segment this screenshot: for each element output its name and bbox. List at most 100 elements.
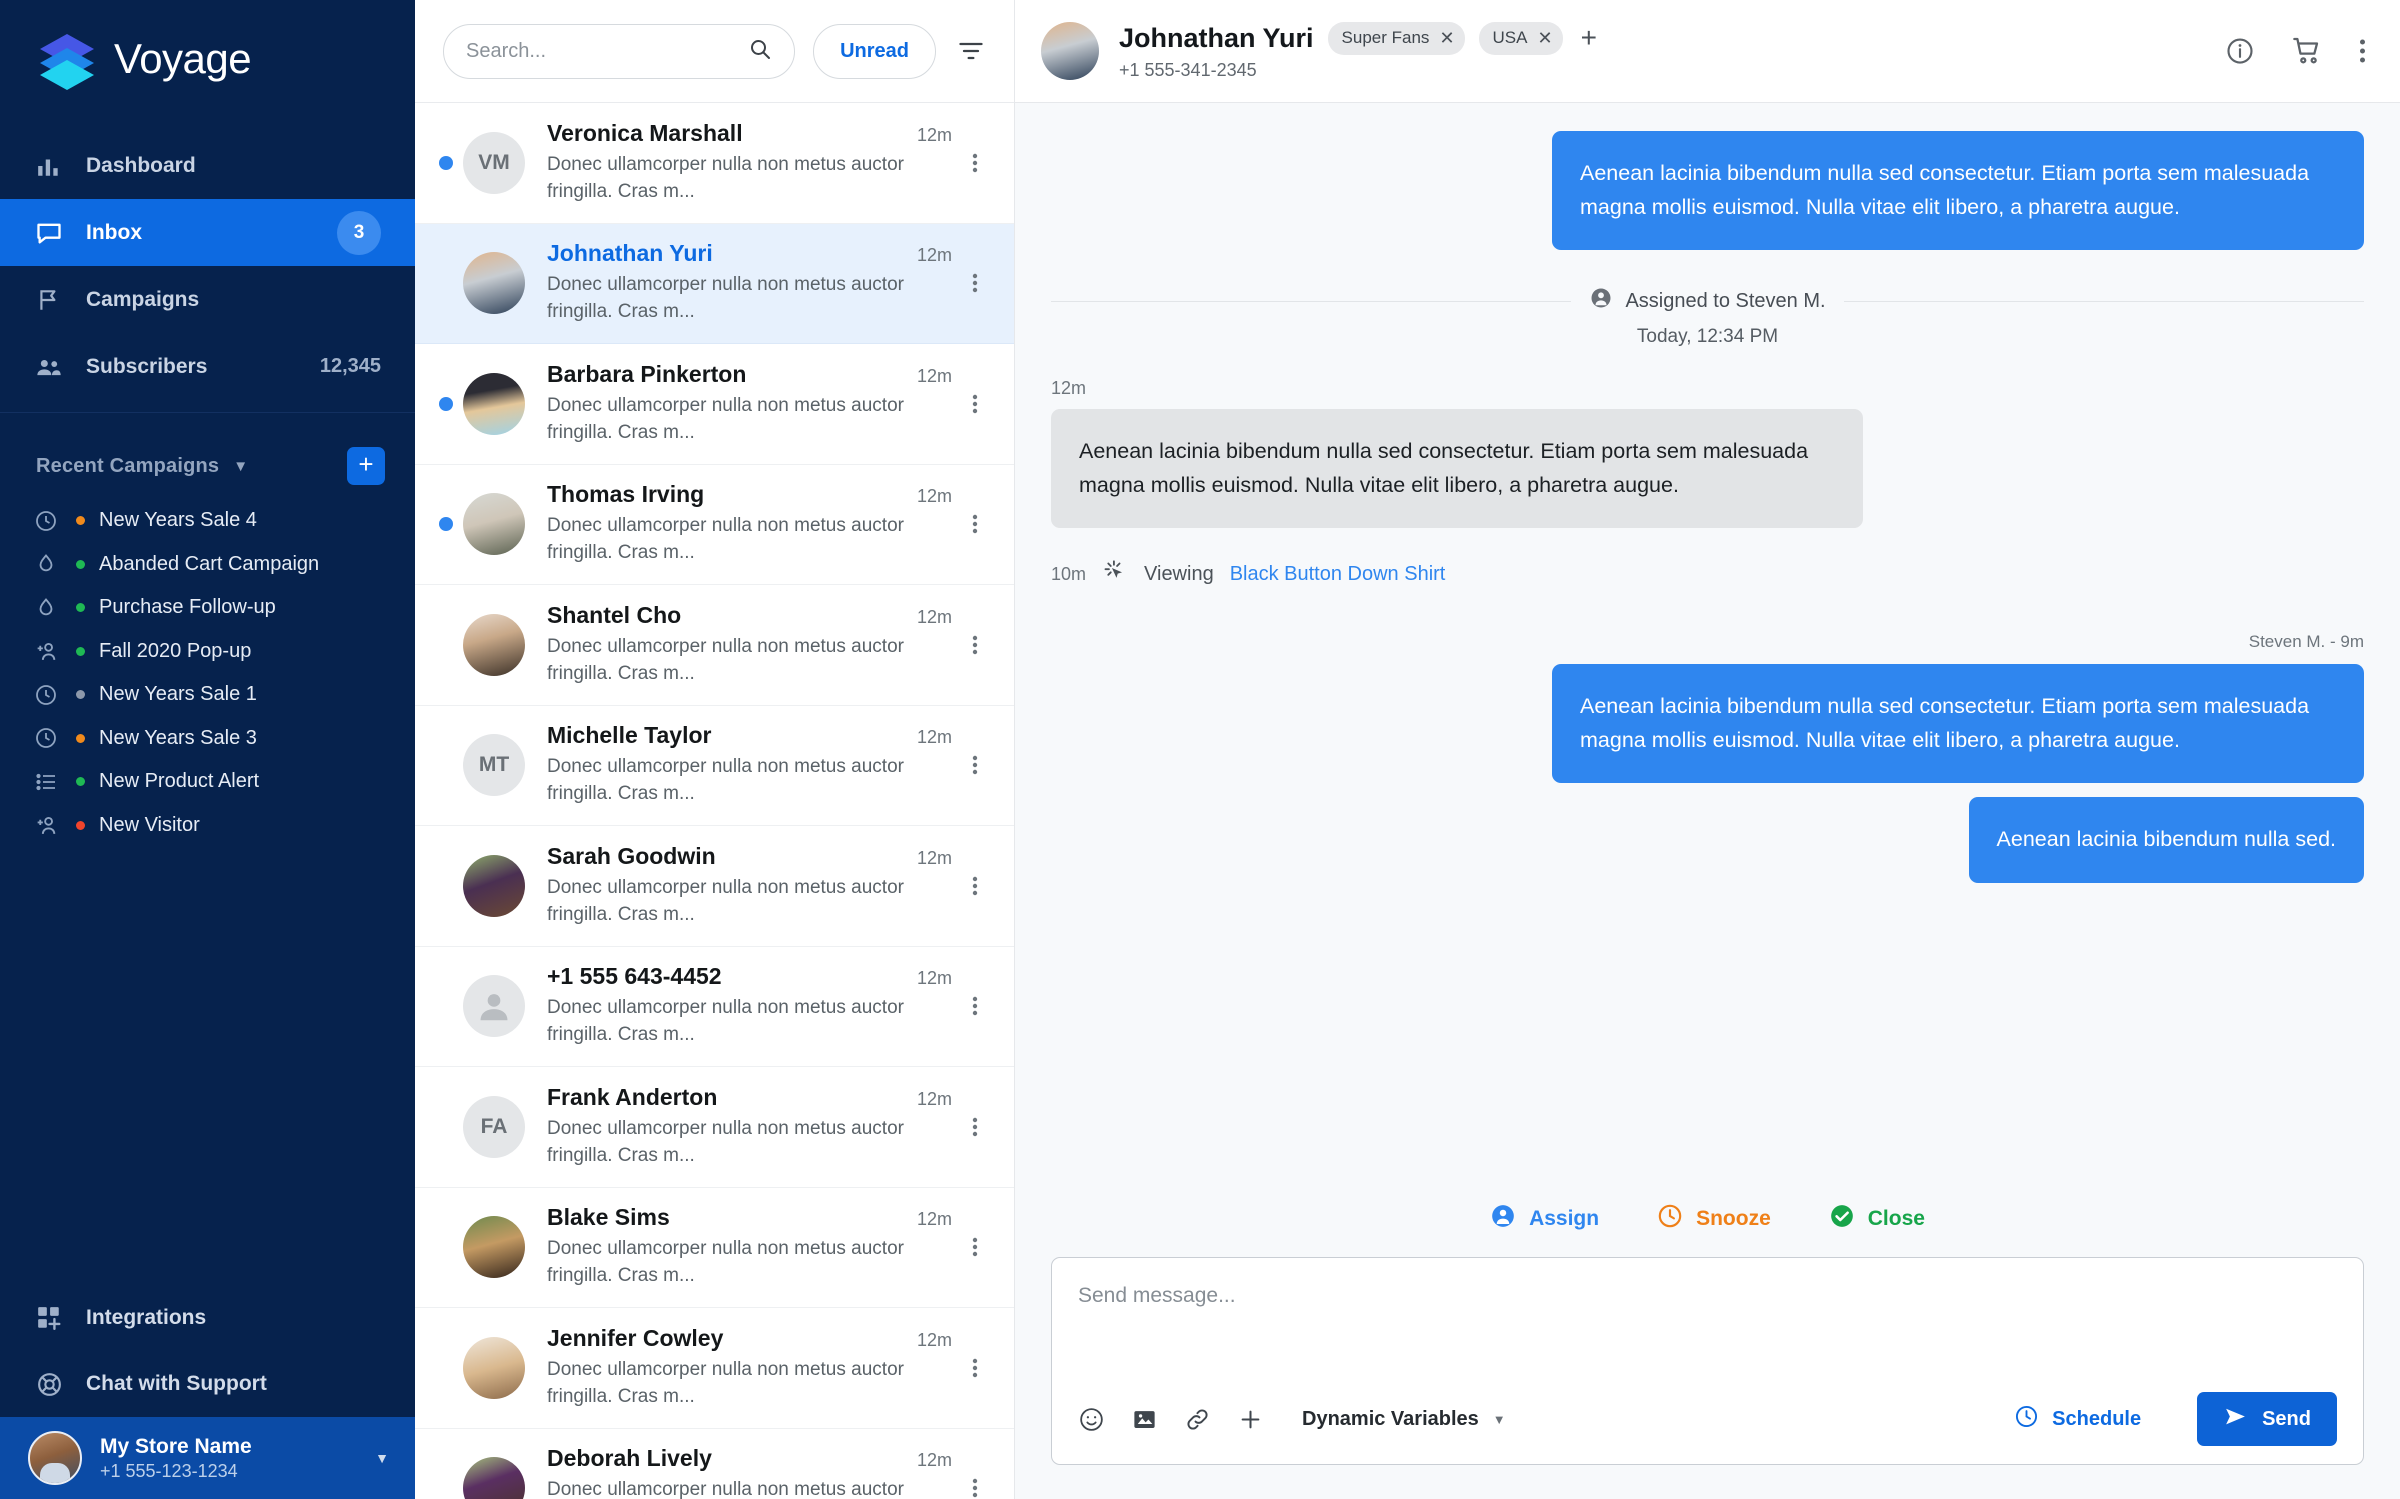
conversation-list[interactable]: VM Veronica Marshall 12m Donec ullamcorp… [415, 103, 1014, 1499]
close-icon[interactable]: ✕ [1439, 29, 1454, 47]
more-vertical-icon[interactable] [958, 633, 992, 657]
recent-campaigns-header[interactable]: Recent Campaigns ▼ + [0, 412, 415, 499]
filter-icon[interactable] [954, 37, 988, 65]
search-icon [748, 37, 772, 66]
more-vertical-icon[interactable] [958, 874, 992, 898]
clock-icon [34, 509, 68, 533]
snooze-button[interactable]: Snooze [1657, 1203, 1771, 1235]
more-vertical-icon[interactable] [958, 1356, 992, 1380]
conversation-row-selected[interactable]: Johnathan Yuri 12m Donec ullamcorper nul… [415, 224, 1014, 345]
tag-label: USA [1493, 28, 1528, 48]
check-circle-icon [1829, 1203, 1855, 1235]
emoji-icon[interactable] [1078, 1406, 1105, 1433]
message-outbound: Steven M. - 9m Aenean lacinia bibendum n… [1051, 632, 2364, 783]
more-vertical-icon[interactable] [2359, 37, 2366, 65]
more-vertical-icon[interactable] [958, 994, 992, 1018]
conversation-time: 12m [917, 1209, 958, 1230]
more-vertical-icon[interactable] [958, 1235, 992, 1259]
sidebar-item-chat-support[interactable]: Chat with Support [0, 1351, 415, 1417]
sidebar-item-integrations[interactable]: Integrations [0, 1285, 415, 1351]
add-tag-button[interactable]: + [1581, 22, 1597, 54]
campaign-item[interactable]: New Visitor [0, 804, 415, 848]
store-switcher[interactable]: My Store Name +1 555-123-1234 ▼ [0, 1417, 415, 1499]
divider [1051, 301, 1571, 302]
dynamic-variables-dropdown[interactable]: Dynamic Variables ▼ [1302, 1408, 1506, 1431]
conversation-time: 12m [917, 848, 958, 869]
conversation-row[interactable]: Blake Sims 12m Donec ullamcorper nulla n… [415, 1188, 1014, 1309]
clock-icon [34, 726, 68, 750]
person-circle-icon [1490, 1203, 1516, 1235]
search-box[interactable] [443, 24, 795, 79]
conversation-row[interactable]: Thomas Irving 12m Donec ullamcorper null… [415, 465, 1014, 586]
campaign-item[interactable]: Purchase Follow-up [0, 586, 415, 630]
conversation-row[interactable]: Barbara Pinkerton 12m Donec ullamcorper … [415, 344, 1014, 465]
sidebar-item-campaigns[interactable]: Campaigns [0, 266, 415, 333]
more-vertical-icon[interactable] [958, 753, 992, 777]
conversation-row[interactable]: VM Veronica Marshall 12m Donec ullamcorp… [415, 103, 1014, 224]
plus-icon[interactable] [1237, 1406, 1264, 1433]
grid-add-icon [34, 1303, 64, 1333]
more-vertical-icon[interactable] [958, 1115, 992, 1139]
conversation-row[interactable]: Sarah Goodwin 12m Donec ullamcorper null… [415, 826, 1014, 947]
more-vertical-icon[interactable] [958, 271, 992, 295]
conversation-row[interactable]: +1 555 643-4452 12m Donec ullamcorper nu… [415, 947, 1014, 1068]
search-input[interactable] [466, 40, 748, 63]
close-button[interactable]: Close [1829, 1203, 1925, 1235]
sidebar-item-inbox[interactable]: Inbox 3 [0, 199, 415, 266]
conversation-preview: Donec ullamcorper nulla non metus auctor… [547, 1357, 947, 1411]
campaign-item[interactable]: Fall 2020 Pop-up [0, 630, 415, 674]
message-outbound: Aenean lacinia bibendum nulla sed. [1051, 797, 2364, 883]
list-icon [34, 770, 68, 794]
conversation-row[interactable]: Jennifer Cowley 12m Donec ullamcorper nu… [415, 1308, 1014, 1429]
message-input[interactable]: Send message... [1078, 1284, 2337, 1392]
campaign-item[interactable]: New Years Sale 4 [0, 499, 415, 543]
more-vertical-icon[interactable] [958, 1476, 992, 1499]
campaign-item[interactable]: New Years Sale 3 [0, 717, 415, 761]
conversation-row[interactable]: Shantel Cho 12m Donec ullamcorper nulla … [415, 585, 1014, 706]
sidebar: Voyage Dashboard Inbox 3 [0, 0, 415, 1499]
conversation-row[interactable]: FA Frank Anderton 12m Donec ullamcorper … [415, 1067, 1014, 1188]
campaign-item[interactable]: New Product Alert [0, 760, 415, 804]
conversation-preview: Donec ullamcorper nulla non metus auctor… [547, 1236, 947, 1290]
status-dot [76, 516, 85, 525]
cart-icon[interactable] [2291, 35, 2323, 67]
thread-header-actions [2225, 35, 2366, 67]
campaign-label: New Years Sale 3 [99, 727, 257, 750]
tag-chip[interactable]: Super Fans ✕ [1328, 22, 1465, 55]
conversation-row[interactable]: MT Michelle Taylor 12m Donec ullamcorper… [415, 706, 1014, 827]
more-vertical-icon[interactable] [958, 151, 992, 175]
send-button[interactable]: Send [2197, 1392, 2337, 1446]
image-icon[interactable] [1131, 1406, 1158, 1433]
snooze-label: Snooze [1696, 1207, 1771, 1231]
conversation-row[interactable]: Deborah Lively 12m Donec ullamcorper nul… [415, 1429, 1014, 1499]
sidebar-item-dashboard[interactable]: Dashboard [0, 132, 415, 199]
conversation-time: 12m [917, 1450, 958, 1471]
avatar [463, 493, 525, 555]
info-icon[interactable] [2225, 36, 2255, 66]
add-campaign-button[interactable]: + [347, 447, 385, 485]
lifebuoy-icon [34, 1369, 64, 1399]
avatar: MT [463, 734, 525, 796]
conversation-summary: Jennifer Cowley 12m Donec ullamcorper nu… [547, 1325, 958, 1411]
message-composer[interactable]: Send message... Dynamic Variables ▼ [1051, 1257, 2364, 1465]
unread-filter-button[interactable]: Unread [813, 24, 936, 79]
clock-icon [2014, 1404, 2039, 1435]
schedule-button[interactable]: Schedule [2014, 1404, 2141, 1435]
more-vertical-icon[interactable] [958, 392, 992, 416]
avatar: FA [463, 1096, 525, 1158]
more-vertical-icon[interactable] [958, 512, 992, 536]
sidebar-item-subscribers[interactable]: Subscribers 12,345 [0, 333, 415, 400]
conversation-summary: Barbara Pinkerton 12m Donec ullamcorper … [547, 361, 958, 447]
conversation-preview: Donec ullamcorper nulla non metus auctor… [547, 152, 947, 206]
link-icon[interactable] [1184, 1406, 1211, 1433]
campaign-item[interactable]: Abanded Cart Campaign [0, 543, 415, 587]
unread-indicator [429, 517, 463, 531]
chevron-down-icon[interactable]: ▼ [233, 458, 248, 475]
tag-chip[interactable]: USA ✕ [1479, 22, 1563, 55]
unread-indicator [429, 397, 463, 411]
assign-button[interactable]: Assign [1490, 1203, 1599, 1235]
viewing-product-link[interactable]: Black Button Down Shirt [1230, 563, 1446, 586]
campaign-item[interactable]: New Years Sale 1 [0, 673, 415, 717]
chevron-down-icon[interactable]: ▼ [375, 1450, 389, 1466]
close-icon[interactable]: ✕ [1538, 29, 1553, 47]
